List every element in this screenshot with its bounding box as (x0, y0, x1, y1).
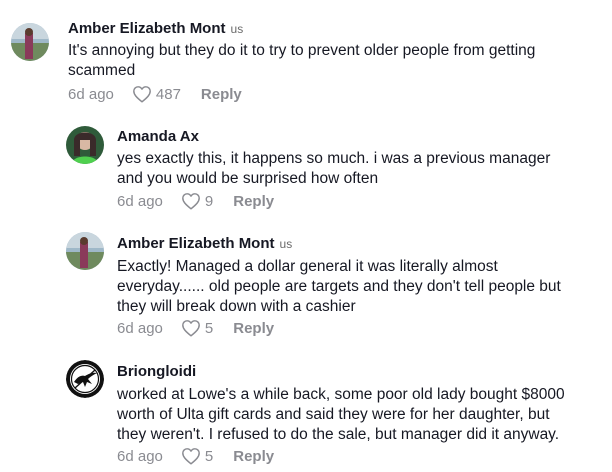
reply-button[interactable]: Reply (233, 193, 274, 210)
heart-icon (132, 86, 151, 103)
comment-line: scammed (68, 62, 136, 79)
comment-line: yes exactly this, it happens so much. i … (117, 150, 551, 167)
comment-line: they will break down with a cashier (117, 298, 356, 315)
comment-meta: 6d ago 9 Reply (117, 192, 274, 210)
username-text: Amanda Ax (117, 128, 199, 145)
comment-meta: 6d ago 5 Reply (117, 319, 274, 337)
reply-button[interactable]: Reply (233, 320, 274, 337)
comment-username[interactable]: Amber Elizabeth Mont us (68, 20, 243, 38)
landscape-avatar-icon (11, 23, 49, 61)
comment-line: Exactly! Managed a dollar general it was… (117, 258, 498, 275)
comment-line: worth of Ulta gift cards and said they w… (117, 406, 550, 423)
comment-line: they weren't. I refused to do the sale, … (117, 426, 560, 443)
like-count: 487 (155, 85, 181, 103)
comment-line: and you would be surprised how often (117, 170, 379, 187)
comment-time: 6d ago (117, 319, 163, 337)
user-avatar[interactable] (66, 126, 104, 164)
like-button[interactable]: 5 (181, 319, 213, 337)
comment-text: Exactly! Managed a dollar general it was… (117, 257, 561, 317)
user-tag: us (230, 22, 244, 36)
comment-line: worked at Lowe's a while back, some poor… (117, 386, 565, 403)
username-text: Amber Elizabeth Mont (117, 235, 275, 252)
username-text: Amber Elizabeth Mont (68, 20, 226, 37)
user-avatar[interactable] (66, 232, 104, 270)
comment-text: It's annoying but they do it to try to p… (68, 41, 535, 81)
comment: Briongloidi worked at Lowe's a while bac… (0, 344, 612, 472)
like-count: 5 (204, 447, 214, 465)
like-button[interactable]: 5 (181, 447, 213, 465)
comment: Amber Elizabeth Mont us It's annoying but… (0, 0, 612, 110)
like-count: 5 (204, 319, 214, 337)
comment-line: everyday...... old people are targets an… (117, 278, 561, 295)
reply-button[interactable]: Reply (233, 448, 274, 465)
username-text: Briongloidi (117, 363, 197, 380)
comment-line: It's annoying but they do it to try to p… (68, 42, 536, 59)
comment: Amanda Ax yes exactly this, it happens s… (0, 110, 612, 218)
user-avatar[interactable] (66, 360, 104, 398)
heart-icon (181, 448, 200, 465)
comment-meta: 6d ago 487 Reply (68, 85, 242, 103)
like-count: 9 (204, 192, 214, 210)
like-button[interactable]: 487 (132, 85, 181, 103)
user-tag: us (279, 237, 293, 251)
comment-text: yes exactly this, it happens so much. i … (117, 149, 550, 189)
landscape-avatar-icon (66, 232, 104, 270)
reply-button[interactable]: Reply (201, 86, 242, 103)
comment-username[interactable]: Amber Elizabeth Mont us (117, 235, 292, 253)
comment-time: 6d ago (117, 447, 163, 465)
mockingjay-avatar-icon (66, 360, 104, 398)
comment-text: worked at Lowe's a while back, some poor… (117, 385, 565, 445)
portrait-avatar-icon (66, 126, 104, 164)
comment-username[interactable]: Briongloidi (117, 363, 196, 381)
user-avatar[interactable] (11, 23, 49, 61)
comment-time: 6d ago (117, 192, 163, 210)
like-button[interactable]: 9 (181, 192, 213, 210)
comment-time: 6d ago (68, 85, 114, 103)
comment: Amber Elizabeth Mont us Exactly! Managed … (0, 218, 612, 344)
heart-icon (181, 320, 200, 337)
comment-meta: 6d ago 5 Reply (117, 447, 274, 465)
heart-icon (181, 193, 200, 210)
comment-username[interactable]: Amanda Ax (117, 128, 199, 146)
